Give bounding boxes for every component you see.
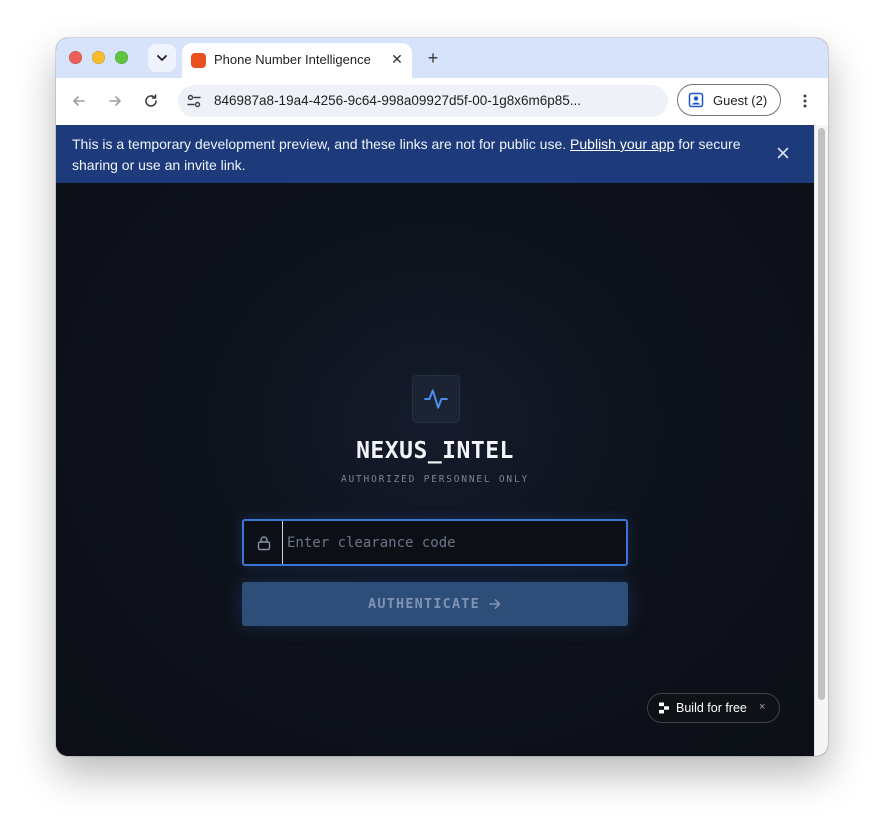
activity-pulse-icon	[424, 389, 448, 409]
build-badge-close-button[interactable]: ×	[759, 701, 765, 713]
new-tab-button[interactable]: +	[422, 47, 444, 69]
publish-app-link[interactable]: Publish your app	[570, 136, 674, 152]
forward-button[interactable]	[104, 90, 126, 112]
scrollbar-track[interactable]	[814, 125, 828, 756]
authenticate-button[interactable]: AUTHENTICATE	[242, 582, 628, 626]
chevron-down-icon	[157, 55, 167, 61]
guest-profile-icon	[688, 92, 704, 108]
banner-message: This is a temporary development preview,…	[72, 134, 752, 176]
tab-close-button[interactable]: ✕	[388, 50, 406, 68]
arrow-left-icon	[73, 96, 85, 106]
address-bar[interactable]: 846987a8-19a4-4256-9c64-998a09927d5f-00-…	[178, 85, 668, 117]
url-text: 846987a8-19a4-4256-9c64-998a09927d5f-00-…	[214, 93, 582, 108]
replit-logo-icon	[659, 702, 669, 714]
arrow-right-icon	[109, 96, 121, 106]
more-vertical-icon	[803, 94, 807, 108]
app-subtitle: AUTHORIZED PERSONNEL ONLY	[341, 474, 529, 485]
browser-menu-button[interactable]	[794, 90, 816, 112]
app-title: NEXUS_INTEL	[356, 438, 514, 464]
tab-search-button[interactable]	[148, 44, 176, 72]
authenticate-label: AUTHENTICATE	[368, 596, 480, 612]
profile-button[interactable]: Guest (2)	[677, 84, 781, 116]
site-settings-icon[interactable]	[186, 93, 202, 109]
tab-title: Phone Number Intelligence	[214, 52, 371, 67]
clearance-code-field[interactable]	[242, 519, 628, 566]
maximize-window-button[interactable]	[115, 51, 128, 64]
browser-window: Phone Number Intelligence ✕ + 846987a8-1…	[56, 38, 828, 756]
reload-icon	[145, 94, 157, 107]
lock-icon	[257, 536, 271, 551]
reload-button[interactable]	[140, 90, 162, 112]
close-window-button[interactable]	[69, 51, 82, 64]
minimize-window-button[interactable]	[92, 51, 105, 64]
banner-text-start: This is a temporary development preview,…	[72, 136, 571, 152]
profile-label: Guest (2)	[713, 93, 768, 108]
tab-strip: Phone Number Intelligence ✕ +	[56, 38, 828, 78]
build-for-free-badge[interactable]: Build for free ×	[647, 693, 780, 723]
app-login-screen: NEXUS_INTEL AUTHORIZED PERSONNEL ONLY AU…	[56, 183, 814, 756]
banner-close-button[interactable]	[773, 143, 793, 163]
close-icon	[777, 147, 789, 159]
favicon-icon	[191, 53, 206, 68]
dev-preview-banner: This is a temporary development preview,…	[56, 125, 814, 184]
tab-active[interactable]: Phone Number Intelligence ✕	[182, 43, 412, 78]
scrollbar-thumb[interactable]	[818, 128, 825, 700]
arrow-right-icon	[489, 599, 501, 609]
clearance-code-input[interactable]	[282, 521, 612, 564]
browser-toolbar: 846987a8-19a4-4256-9c64-998a09927d5f-00-…	[56, 78, 828, 125]
build-for-free-label: Build for free	[676, 701, 747, 715]
back-button[interactable]	[68, 90, 90, 112]
app-logo	[412, 375, 460, 423]
